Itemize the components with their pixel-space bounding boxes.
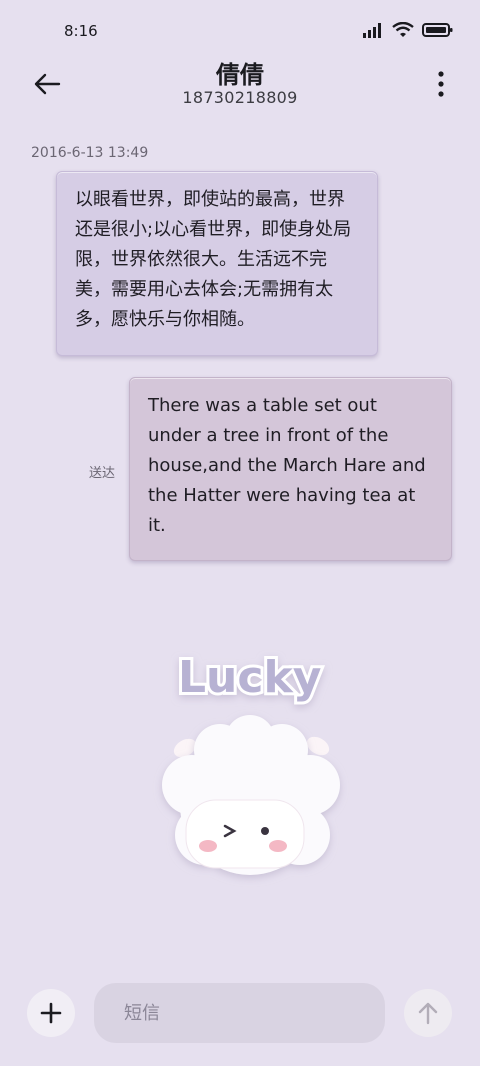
status-icons (362, 22, 454, 38)
status-time: 8:16 (64, 22, 98, 40)
delivery-status: 送达 (89, 466, 116, 481)
lucky-sheep-sticker[interactable]: Lucky (150, 640, 350, 890)
message-input-container[interactable] (94, 983, 385, 1043)
sticker-text: Lucky (178, 652, 321, 703)
incoming-message-bubble[interactable]: 以眼看世界，即使站的最高，世界还是很小;以心看世界，即使身处局限，世界依然很大。… (56, 171, 378, 356)
attach-button[interactable] (27, 989, 75, 1037)
contact-name: 倩倩 (216, 61, 264, 89)
signal-icon (363, 23, 381, 38)
message-input[interactable] (122, 1001, 366, 1025)
plus-icon (40, 1002, 62, 1024)
outgoing-message-bubble[interactable]: There was a table set out under a tree i… (129, 377, 452, 561)
message-timestamp: 2016-6-13 13:49 (31, 145, 149, 161)
conversation-header: 倩倩 18730218809 (0, 55, 480, 115)
wifi-icon (392, 22, 414, 37)
composer-bar (0, 975, 480, 1055)
more-options-button[interactable] (436, 69, 446, 99)
battery-icon (422, 23, 453, 37)
arrow-up-icon (418, 1002, 438, 1025)
more-vertical-icon (438, 71, 444, 97)
contact-phone: 18730218809 (182, 88, 298, 107)
send-button[interactable] (404, 989, 452, 1037)
status-bar: 8:16 (0, 0, 480, 60)
